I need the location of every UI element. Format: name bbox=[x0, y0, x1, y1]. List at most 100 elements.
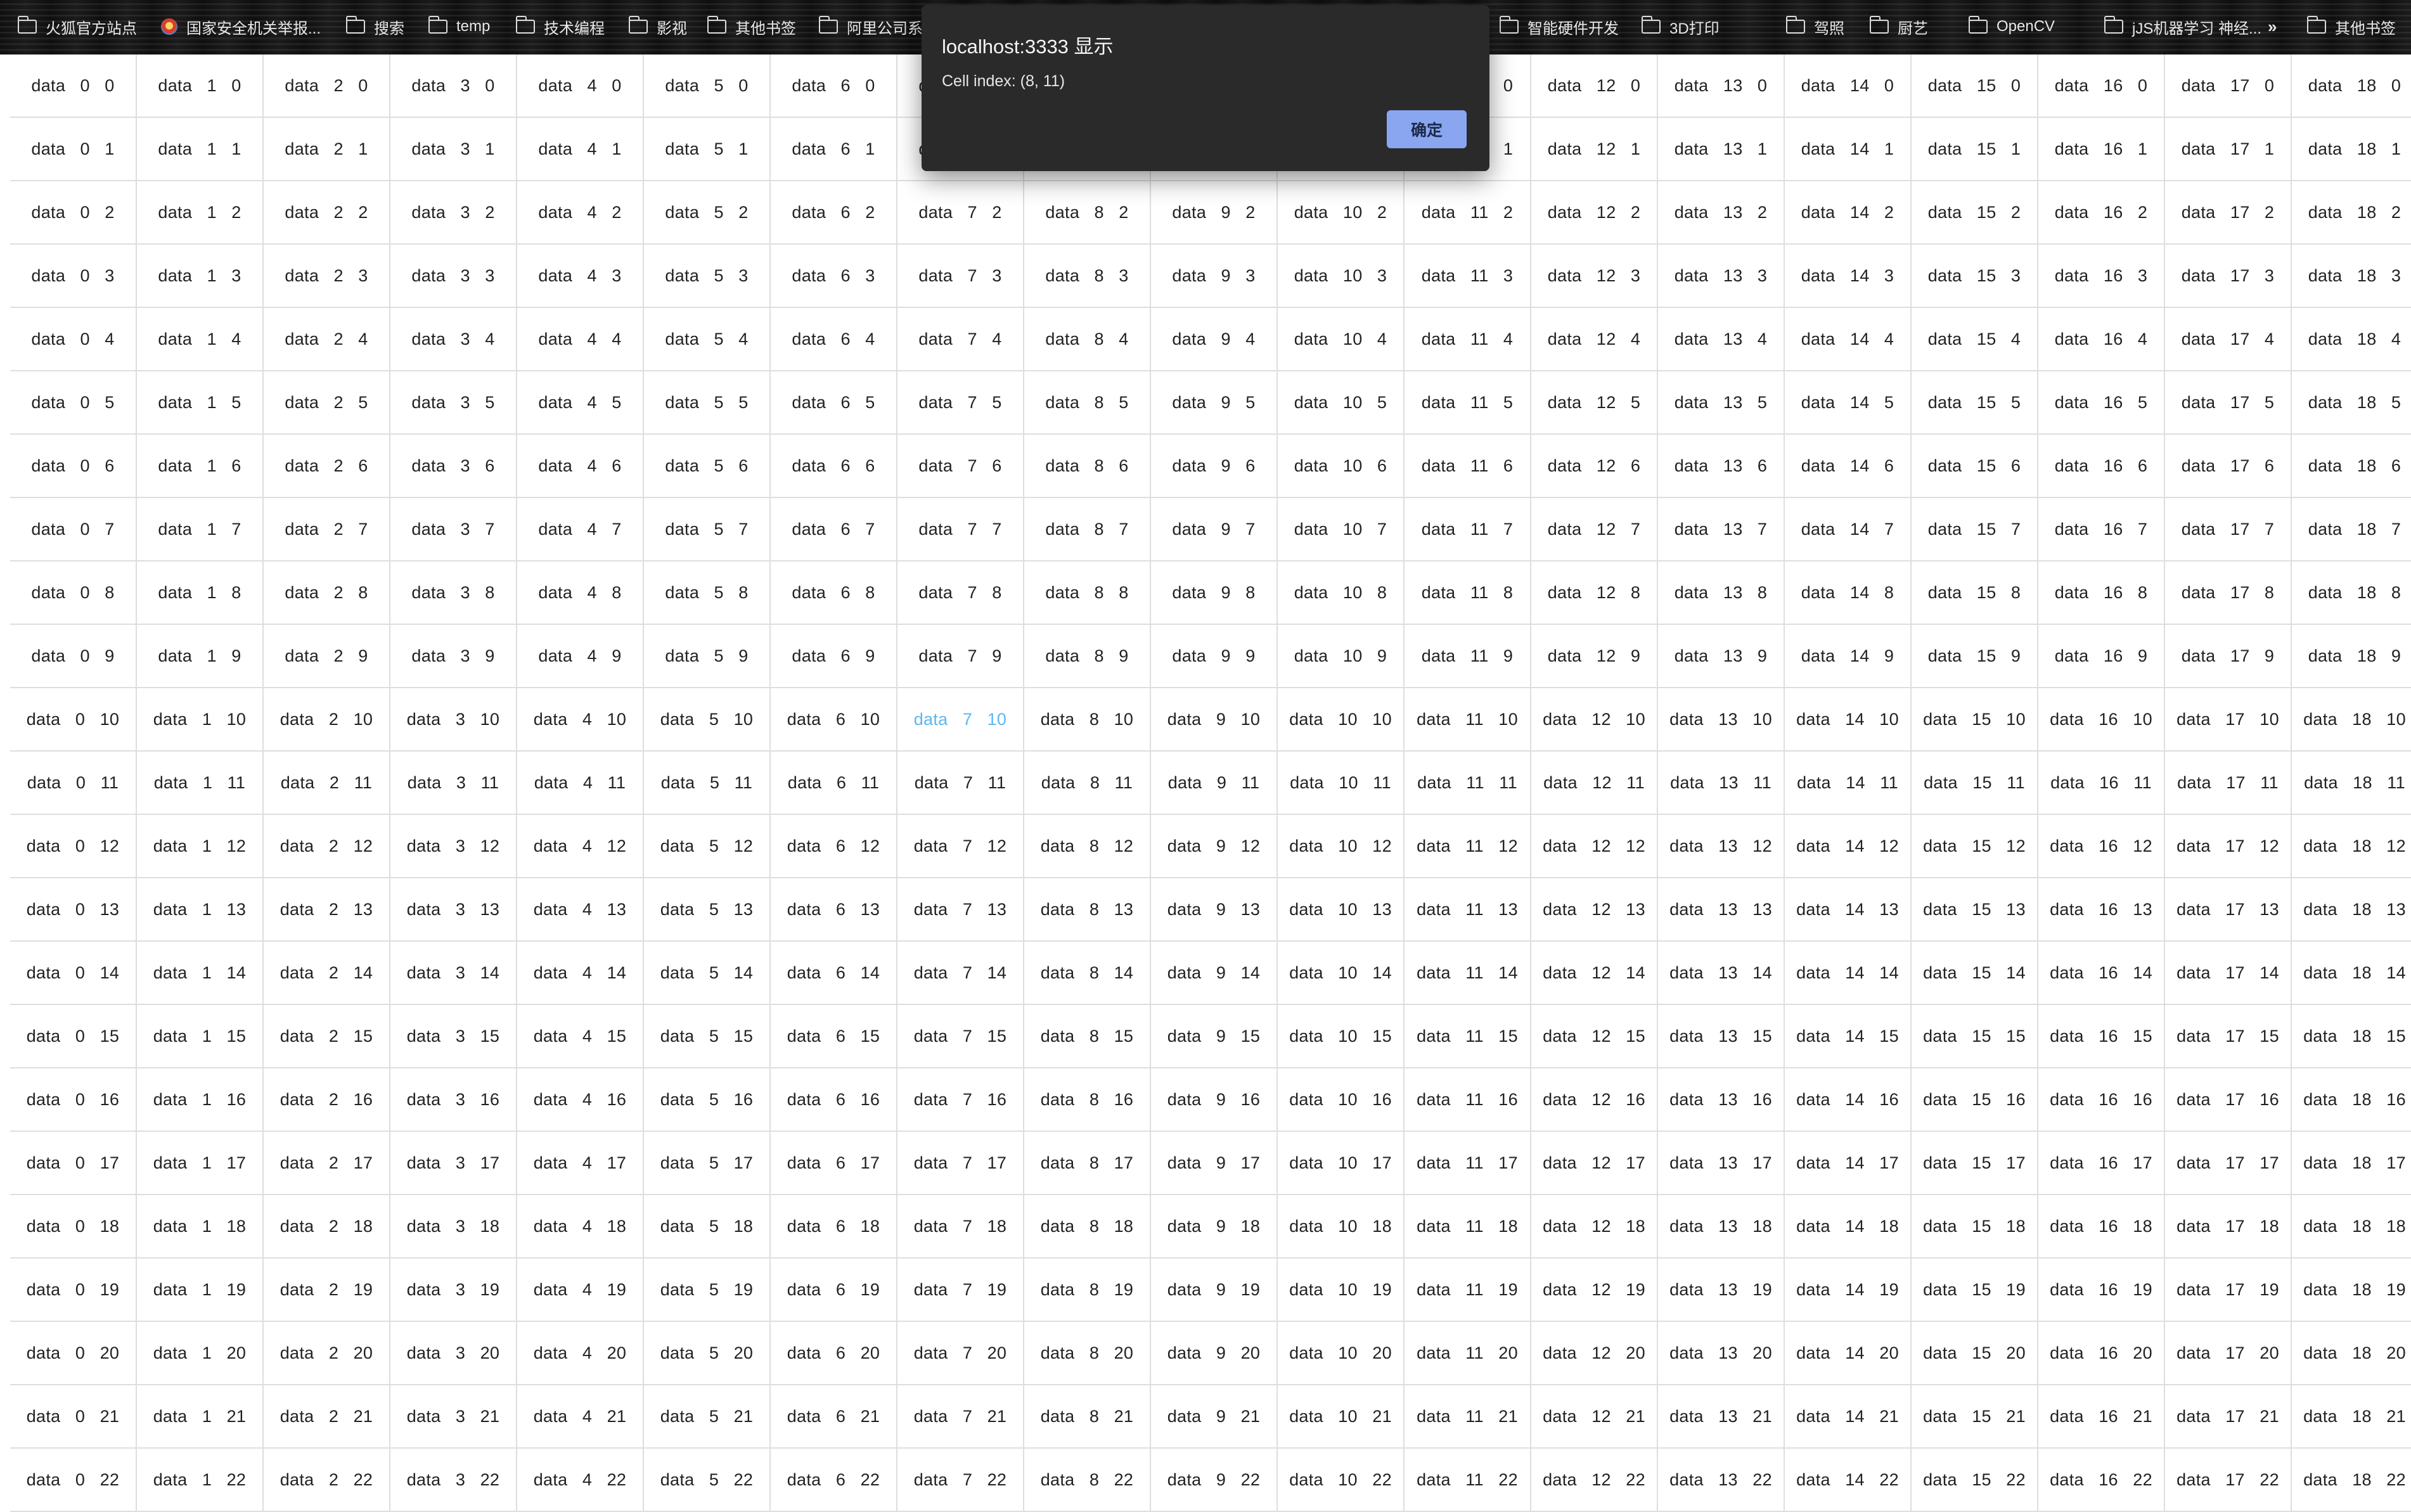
grid-cell[interactable]: data 12 22 bbox=[1531, 1449, 1658, 1512]
grid-cell[interactable]: data 13 20 bbox=[1658, 1322, 1785, 1385]
grid-cell[interactable]: data 15 18 bbox=[1912, 1195, 2038, 1259]
grid-cell[interactable]: data 12 19 bbox=[1531, 1259, 1658, 1322]
grid-cell[interactable]: data 5 15 bbox=[644, 1005, 771, 1068]
grid-cell[interactable]: data 15 12 bbox=[1912, 815, 2038, 878]
grid-cell[interactable]: data 16 5 bbox=[2038, 371, 2165, 435]
grid-cell[interactable]: data 7 4 bbox=[897, 308, 1024, 371]
grid-cell[interactable]: data 4 8 bbox=[517, 561, 644, 625]
grid-cell[interactable]: data 2 10 bbox=[264, 688, 390, 752]
grid-cell[interactable]: data 18 20 bbox=[2292, 1322, 2411, 1385]
grid-cell[interactable]: data 9 11 bbox=[1151, 752, 1278, 815]
grid-cell[interactable]: data 14 1 bbox=[1785, 118, 1912, 181]
grid-cell[interactable]: data 5 14 bbox=[644, 942, 771, 1005]
grid-cell[interactable]: data 4 15 bbox=[517, 1005, 644, 1068]
grid-cell[interactable]: data 17 14 bbox=[2165, 942, 2292, 1005]
grid-cell[interactable]: data 16 16 bbox=[2038, 1068, 2165, 1132]
grid-cell[interactable]: data 10 19 bbox=[1278, 1259, 1405, 1322]
grid-cell[interactable]: data 14 22 bbox=[1785, 1449, 1912, 1512]
grid-cell[interactable]: data 17 12 bbox=[2165, 815, 2292, 878]
grid-cell[interactable]: data 11 21 bbox=[1405, 1385, 1531, 1449]
grid-cell[interactable]: data 6 2 bbox=[771, 181, 897, 245]
grid-cell[interactable]: data 7 19 bbox=[897, 1259, 1024, 1322]
bookmark-item[interactable]: 搜索 bbox=[345, 11, 404, 42]
bookmark-item[interactable]: 智能硬件开发 bbox=[1499, 11, 1619, 42]
grid-cell[interactable]: data 18 11 bbox=[2292, 752, 2411, 815]
grid-cell[interactable]: data 15 11 bbox=[1912, 752, 2038, 815]
grid-cell[interactable]: data 13 8 bbox=[1658, 561, 1785, 625]
grid-cell[interactable]: data 12 14 bbox=[1531, 942, 1658, 1005]
grid-cell[interactable]: data 0 21 bbox=[10, 1385, 137, 1449]
grid-cell[interactable]: data 3 2 bbox=[390, 181, 517, 245]
grid-cell[interactable]: data 1 13 bbox=[137, 878, 264, 942]
grid-cell[interactable]: data 16 7 bbox=[2038, 498, 2165, 561]
grid-cell[interactable]: data 8 14 bbox=[1024, 942, 1151, 1005]
grid-cell[interactable]: data 1 8 bbox=[137, 561, 264, 625]
grid-cell[interactable]: data 4 4 bbox=[517, 308, 644, 371]
grid-cell[interactable]: data 3 9 bbox=[390, 625, 517, 688]
grid-cell[interactable]: data 16 22 bbox=[2038, 1449, 2165, 1512]
grid-cell[interactable]: data 9 15 bbox=[1151, 1005, 1278, 1068]
grid-cell[interactable]: data 18 1 bbox=[2292, 118, 2411, 181]
grid-cell[interactable]: data 8 22 bbox=[1024, 1449, 1151, 1512]
grid-cell[interactable]: data 0 16 bbox=[10, 1068, 137, 1132]
grid-cell[interactable]: data 13 22 bbox=[1658, 1449, 1785, 1512]
grid-cell[interactable]: data 15 10 bbox=[1912, 688, 2038, 752]
grid-cell[interactable]: data 5 10 bbox=[644, 688, 771, 752]
grid-cell[interactable]: data 13 15 bbox=[1658, 1005, 1785, 1068]
grid-cell[interactable]: data 7 5 bbox=[897, 371, 1024, 435]
grid-cell[interactable]: data 17 13 bbox=[2165, 878, 2292, 942]
grid-cell[interactable]: data 6 6 bbox=[771, 435, 897, 498]
grid-cell[interactable]: data 15 2 bbox=[1912, 181, 2038, 245]
grid-cell[interactable]: data 7 16 bbox=[897, 1068, 1024, 1132]
grid-cell[interactable]: data 7 6 bbox=[897, 435, 1024, 498]
bookmark-item[interactable]: 驾照 bbox=[1785, 11, 1844, 42]
grid-cell[interactable]: data 18 10 bbox=[2292, 688, 2411, 752]
grid-cell[interactable]: data 10 20 bbox=[1278, 1322, 1405, 1385]
grid-cell[interactable]: data 11 7 bbox=[1405, 498, 1531, 561]
grid-cell[interactable]: data 1 15 bbox=[137, 1005, 264, 1068]
grid-cell[interactable]: data 10 4 bbox=[1278, 308, 1405, 371]
grid-cell[interactable]: data 9 9 bbox=[1151, 625, 1278, 688]
alert-ok-button[interactable]: 确定 bbox=[1387, 110, 1467, 148]
grid-cell[interactable]: data 14 12 bbox=[1785, 815, 1912, 878]
grid-cell[interactable]: data 0 9 bbox=[10, 625, 137, 688]
grid-cell[interactable]: data 17 6 bbox=[2165, 435, 2292, 498]
grid-cell[interactable]: data 1 21 bbox=[137, 1385, 264, 1449]
grid-cell[interactable]: data 11 4 bbox=[1405, 308, 1531, 371]
grid-cell[interactable]: data 13 13 bbox=[1658, 878, 1785, 942]
grid-cell[interactable]: data 17 16 bbox=[2165, 1068, 2292, 1132]
grid-cell[interactable]: data 18 0 bbox=[2292, 54, 2411, 118]
grid-cell[interactable]: data 17 19 bbox=[2165, 1259, 2292, 1322]
grid-cell[interactable]: data 4 13 bbox=[517, 878, 644, 942]
grid-cell[interactable]: data 6 22 bbox=[771, 1449, 897, 1512]
grid-cell[interactable]: data 6 7 bbox=[771, 498, 897, 561]
bookmark-item[interactable]: jJS机器学习 神经... bbox=[2104, 11, 2261, 42]
grid-cell[interactable]: data 3 4 bbox=[390, 308, 517, 371]
grid-cell[interactable]: data 13 0 bbox=[1658, 54, 1785, 118]
grid-cell[interactable]: data 2 21 bbox=[264, 1385, 390, 1449]
grid-cell[interactable]: data 4 10 bbox=[517, 688, 644, 752]
grid-cell[interactable]: data 7 12 bbox=[897, 815, 1024, 878]
grid-cell[interactable]: data 5 3 bbox=[644, 245, 771, 308]
grid-cell[interactable]: data 5 12 bbox=[644, 815, 771, 878]
grid-cell[interactable]: data 18 12 bbox=[2292, 815, 2411, 878]
grid-cell[interactable]: data 12 1 bbox=[1531, 118, 1658, 181]
grid-cell[interactable]: data 2 20 bbox=[264, 1322, 390, 1385]
grid-cell[interactable]: data 0 6 bbox=[10, 435, 137, 498]
grid-cell[interactable]: data 8 13 bbox=[1024, 878, 1151, 942]
grid-cell[interactable]: data 12 0 bbox=[1531, 54, 1658, 118]
grid-cell[interactable]: data 1 18 bbox=[137, 1195, 264, 1259]
grid-cell[interactable]: data 15 14 bbox=[1912, 942, 2038, 1005]
grid-cell[interactable]: data 16 8 bbox=[2038, 561, 2165, 625]
grid-cell[interactable]: data 14 0 bbox=[1785, 54, 1912, 118]
grid-cell[interactable]: data 7 11 bbox=[897, 752, 1024, 815]
grid-cell[interactable]: data 17 11 bbox=[2165, 752, 2292, 815]
grid-cell[interactable]: data 7 20 bbox=[897, 1322, 1024, 1385]
grid-cell[interactable]: data 2 14 bbox=[264, 942, 390, 1005]
grid-cell[interactable]: data 14 17 bbox=[1785, 1132, 1912, 1195]
grid-cell[interactable]: data 6 14 bbox=[771, 942, 897, 1005]
grid-cell[interactable]: data 14 19 bbox=[1785, 1259, 1912, 1322]
grid-cell[interactable]: data 14 3 bbox=[1785, 245, 1912, 308]
grid-cell[interactable]: data 0 11 bbox=[10, 752, 137, 815]
grid-cell[interactable]: data 8 2 bbox=[1024, 181, 1151, 245]
